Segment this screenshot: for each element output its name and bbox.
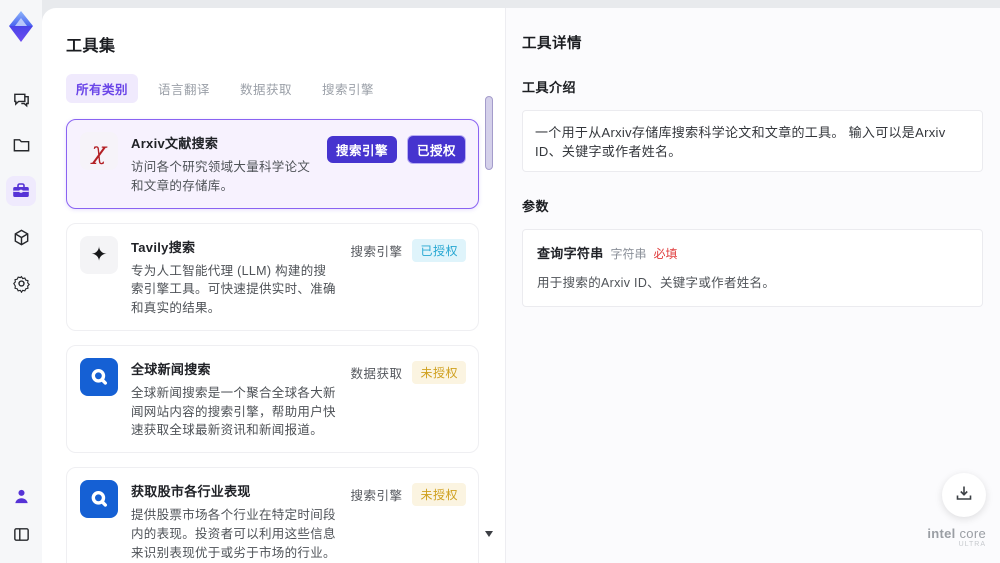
sidebar-item-files[interactable]	[6, 130, 36, 160]
tool-card[interactable]: 获取股市各行业表现 提供股票市场各个行业在特定时间段内的表现。投资者可以利用这些…	[66, 467, 479, 563]
tool-category-badge: 搜索引擎	[350, 244, 403, 259]
param-type: 字符串	[610, 247, 647, 261]
tool-name: 全球新闻搜索	[131, 361, 211, 377]
param-row: 查询字符串 字符串 必填 用于搜索的Arxiv ID、关键字或作者姓名。	[537, 243, 968, 291]
tool-list: χ Arxiv文献搜索 访问各个研究领域大量科学论文和文章的存储库。 搜索引擎 …	[66, 119, 479, 563]
folder-icon	[12, 136, 31, 155]
rail-bottom	[6, 481, 36, 563]
intel-core-logo: intel core ULTRA	[927, 526, 986, 549]
tool-category-badge: 搜索引擎	[350, 489, 403, 503]
tool-desc: 提供股票市场各个行业在特定时间段内的表现。投资者可以利用这些信息来识别表现优于或…	[131, 508, 336, 560]
intro-box: 一个用于从Arxiv存储库搜索科学论文和文章的工具。 输入可以是Arxiv ID…	[522, 110, 983, 172]
tool-card[interactable]: ✦ Tavily搜索 专为人工智能代理 (LLM) 构建的搜索引擎工具。可快速提…	[66, 222, 479, 331]
user-icon	[12, 487, 31, 506]
params-box: 查询字符串 字符串 必填 用于搜索的Arxiv ID、关键字或作者姓名。	[522, 229, 983, 307]
tool-auth-badge: 已授权	[412, 238, 466, 262]
news-search-icon	[80, 357, 118, 396]
detail-panel: 工具详情 工具介绍 一个用于从Arxiv存储库搜索科学论文和文章的工具。 输入可…	[505, 8, 1000, 563]
sidebar-item-collapse[interactable]	[6, 519, 36, 549]
scrollbar-down-arrow[interactable]	[485, 531, 493, 537]
list-scrollbar[interactable]	[485, 88, 493, 553]
tool-category-badge: 搜索引擎	[326, 136, 397, 163]
sidebar-item-settings[interactable]	[6, 268, 36, 298]
left-rail	[0, 0, 42, 563]
tools-panel: 工具集 所有类别 语言翻译 数据获取 搜索引擎 χ Arxiv文献搜索 访问各个…	[42, 8, 505, 563]
brand-intel: intel	[927, 526, 956, 542]
rail-nav	[6, 84, 36, 298]
category-tab[interactable]: 搜索引擎	[312, 74, 384, 103]
brand-sub: ULTRA	[958, 541, 986, 549]
detail-title: 工具详情	[522, 36, 582, 52]
param-desc: 用于搜索的Arxiv ID、关键字或作者姓名。	[537, 276, 776, 290]
panel-icon	[12, 525, 31, 544]
sidebar-item-packages[interactable]	[6, 222, 36, 252]
tool-name: Tavily搜索	[131, 239, 196, 255]
app-logo-icon	[9, 11, 33, 42]
download-icon	[954, 483, 974, 508]
scrollbar-thumb[interactable]	[485, 96, 493, 170]
param-required-badge: 必填	[653, 247, 678, 261]
category-tab[interactable]: 所有类别	[66, 74, 139, 103]
sparkle-icon: ✦	[80, 235, 118, 274]
tool-desc: 访问各个研究领域大量科学论文和文章的存储库。	[131, 160, 311, 193]
news-search-icon	[80, 480, 118, 518]
tool-auth-badge: 已授权	[406, 135, 466, 164]
param-name: 查询字符串	[537, 246, 604, 261]
arxiv-icon: χ	[80, 132, 118, 170]
sidebar-item-account[interactable]	[6, 481, 36, 511]
category-tabs: 所有类别 语言翻译 数据获取 搜索引擎	[66, 74, 479, 103]
tool-card[interactable]: χ Arxiv文献搜索 访问各个研究领域大量科学论文和文章的存储库。 搜索引擎 …	[66, 119, 479, 209]
intro-heading: 工具介绍	[522, 80, 577, 95]
chat-icon	[12, 90, 31, 109]
params-heading: 参数	[522, 199, 550, 214]
page-title: 工具集	[66, 38, 116, 55]
tool-auth-badge: 未授权	[412, 360, 466, 384]
tool-card[interactable]: 全球新闻搜索 全球新闻搜索是一个聚合全球各大新闻网站内容的搜索引擎，帮助用户快速…	[66, 344, 479, 453]
tool-desc: 专为人工智能代理 (LLM) 构建的搜索引擎工具。可快速提供实时、准确和真实的结…	[131, 263, 336, 316]
tool-name: Arxiv文献搜索	[131, 136, 219, 151]
toolbox-icon	[11, 181, 31, 201]
main-shell: 工具集 所有类别 语言翻译 数据获取 搜索引擎 χ Arxiv文献搜索 访问各个…	[42, 8, 1000, 563]
download-button[interactable]	[942, 473, 986, 517]
sidebar-item-tools[interactable]	[6, 176, 36, 206]
tool-desc: 全球新闻搜索是一个聚合全球各大新闻网站内容的搜索引擎，帮助用户快速获取全球最新资…	[131, 385, 336, 438]
brand-core: core	[955, 526, 986, 542]
tool-name: 获取股市各行业表现	[131, 484, 251, 499]
category-tab[interactable]: 语言翻译	[148, 74, 220, 103]
tool-auth-badge: 未授权	[412, 483, 466, 506]
sidebar-item-chat[interactable]	[6, 84, 36, 114]
category-tab[interactable]: 数据获取	[230, 74, 302, 103]
cube-icon	[12, 228, 31, 247]
settings-icon	[12, 274, 31, 293]
tool-category-badge: 数据获取	[350, 366, 403, 381]
